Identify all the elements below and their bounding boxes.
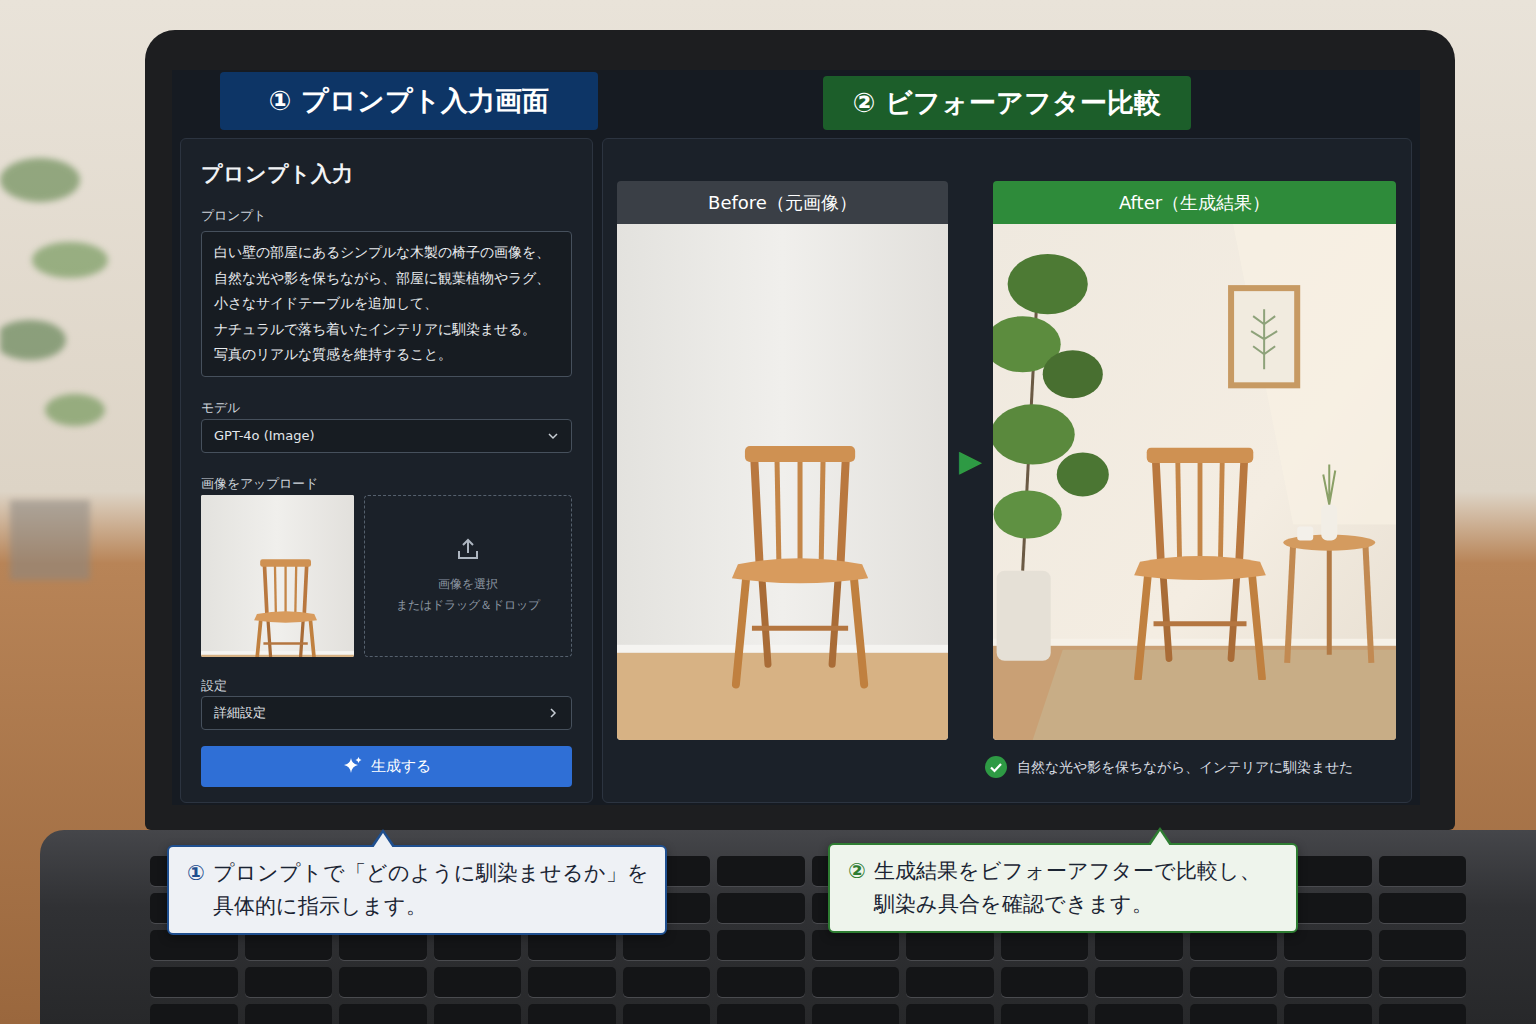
prompt-line: 自然な光や影を保ちながら、部屋に観葉植物やラグ、 (214, 266, 559, 292)
after-image (993, 224, 1396, 740)
section-label: ② ビフォーアフター比較 (823, 76, 1191, 130)
after-card: After（生成結果） (993, 181, 1396, 740)
keyboard-key (623, 1004, 711, 1024)
sparkle-icon (343, 756, 363, 776)
keyboard-key (1379, 930, 1467, 960)
callout-number: ② (848, 855, 866, 921)
keyboard-key (812, 967, 900, 997)
arrow-icon: ▶ (948, 181, 993, 740)
check-circle-icon (985, 756, 1007, 778)
panel-title: プロンプト入力 (201, 159, 572, 189)
section-number: ② (853, 83, 876, 124)
callout-line: 具体的に指示します。 (213, 890, 649, 923)
callout-number: ① (187, 857, 205, 923)
prompt-textarea[interactable]: 白い壁の部屋にあるシンプルな木製の椅子の画像を、 自然な光や影を保ちながら、部屋… (201, 231, 572, 377)
keyboard-key (528, 967, 616, 997)
keyboard-key (906, 1004, 994, 1024)
keyboard-key (1095, 1004, 1183, 1024)
generate-button[interactable]: 生成する (201, 746, 572, 787)
keyboard-key (1379, 893, 1467, 923)
comparison-panel: Before（元画像） ▶ After（生成結果） (602, 138, 1412, 803)
room-plant-icon (0, 60, 110, 580)
keyboard-key (245, 967, 333, 997)
keyboard-key (623, 967, 711, 997)
callout-line: プロンプトで「どのように馴染ませるか」を (213, 857, 649, 890)
keyboard-key (1284, 967, 1372, 997)
keyboard-key (1284, 930, 1372, 960)
keyboard-key (150, 967, 238, 997)
upload-hint: 画像を選択 (438, 574, 498, 595)
callout: ② 生成結果をビフォーアフターで比較し、 馴染み具合を確認できます。 (828, 843, 1298, 933)
callout-line: 馴染み具合を確認できます。 (874, 888, 1261, 921)
keyboard-key (812, 1004, 900, 1024)
upload-icon (455, 536, 481, 562)
generate-label: 生成する (371, 755, 431, 778)
upload-label: 画像をアップロード (201, 475, 572, 493)
keyboard-key (1190, 1004, 1278, 1024)
callout: ① プロンプトで「どのように馴染ませるか」を 具体的に指示します。 (167, 845, 667, 935)
model-label: モデル (201, 399, 572, 417)
keyboard-key (1001, 930, 1089, 960)
uploaded-thumbnail (201, 495, 354, 657)
settings-value: 詳細設定 (214, 703, 266, 723)
callout-line: 生成結果をビフォーアフターで比較し、 (874, 855, 1261, 888)
section-label: ① プロンプト入力画面 (220, 72, 598, 130)
chevron-down-icon (547, 430, 559, 442)
keyboard-key (717, 856, 805, 886)
keyboard-key (1190, 930, 1278, 960)
prompt-line: 写真のリアルな質感を維持すること。 (214, 342, 559, 368)
before-card: Before（元画像） (617, 181, 948, 740)
keyboard-key (434, 1004, 522, 1024)
prompt-label: プロンプト (201, 207, 572, 225)
keyboard-key (812, 930, 900, 960)
keyboard-key (717, 1004, 805, 1024)
keyboard-key (1190, 967, 1278, 997)
keyboard-key (150, 1004, 238, 1024)
prompt-panel: プロンプト入力 プロンプト 白い壁の部屋にあるシンプルな木製の椅子の画像を、 自… (180, 138, 593, 803)
before-header: Before（元画像） (617, 181, 948, 224)
keyboard-key (339, 967, 427, 997)
keyboard-key (1001, 967, 1089, 997)
result-note-text: 自然な光や影を保ちながら、インテリアに馴染ませた (1017, 757, 1353, 778)
keyboard-key (245, 1004, 333, 1024)
model-select[interactable]: GPT-4o (Image) (201, 419, 572, 453)
settings-select[interactable]: 詳細設定 (201, 696, 572, 730)
chevron-right-icon (547, 707, 559, 719)
model-value: GPT-4o (Image) (214, 426, 315, 446)
laptop-screen: ① プロンプト入力画面 ② ビフォーアフター比較 プロンプト入力 プロンプト 白… (145, 30, 1455, 830)
keyboard-key (1379, 856, 1467, 886)
section-number: ① (269, 81, 292, 122)
before-image (617, 224, 948, 740)
keyboard-key (717, 930, 805, 960)
section-title: ビフォーアフター比較 (885, 83, 1161, 124)
upload-dropzone[interactable]: 画像を選択 またはドラッグ＆ドロップ (364, 495, 572, 657)
settings-label: 設定 (201, 677, 572, 695)
keyboard-key (1095, 930, 1183, 960)
prompt-line: 白い壁の部屋にあるシンプルな木製の椅子の画像を、 (214, 240, 559, 266)
section-title: プロンプト入力画面 (301, 81, 549, 122)
keyboard-key (1001, 1004, 1089, 1024)
keyboard-key (1379, 1004, 1467, 1024)
prompt-line: 小さなサイドテーブルを追加して、 (214, 291, 559, 317)
keyboard-key (1095, 967, 1183, 997)
keyboard-key (717, 967, 805, 997)
keyboard-key (528, 1004, 616, 1024)
keyboard-key (339, 1004, 427, 1024)
after-header: After（生成結果） (993, 181, 1396, 224)
keyboard-key (717, 893, 805, 923)
keyboard-key (1379, 967, 1467, 997)
app-screen: ① プロンプト入力画面 ② ビフォーアフター比較 プロンプト入力 プロンプト 白… (172, 70, 1420, 805)
keyboard-key (434, 967, 522, 997)
keyboard-key (906, 967, 994, 997)
prompt-line: ナチュラルで落ち着いたインテリアに馴染ませる。 (214, 317, 559, 343)
keyboard-key (1284, 1004, 1372, 1024)
upload-hint: またはドラッグ＆ドロップ (396, 595, 540, 616)
result-note: 自然な光や影を保ちながら、インテリアに馴染ませた (617, 756, 1396, 778)
keyboard-key (906, 930, 994, 960)
